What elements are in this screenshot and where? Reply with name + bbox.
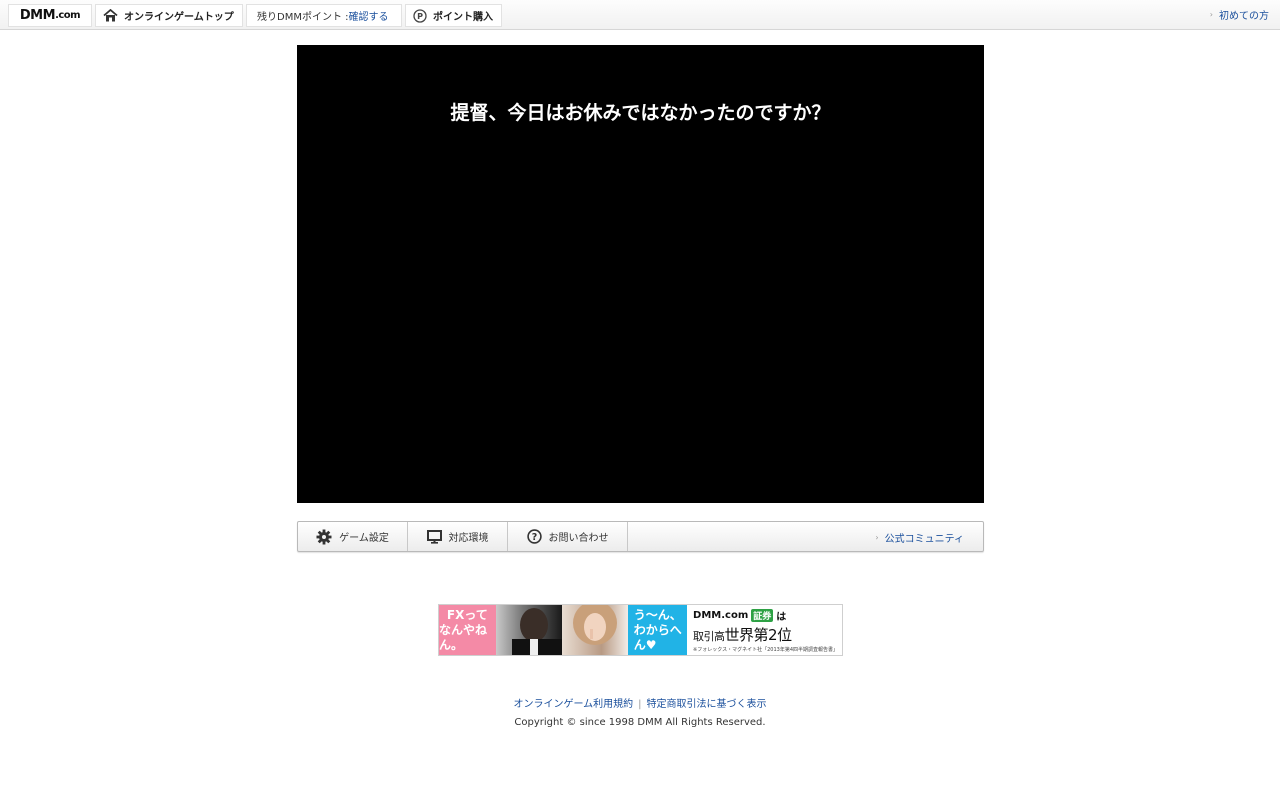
banner-brand-badge: 証券 xyxy=(751,609,774,622)
points-remaining: 残りDMMポイント : 確認する xyxy=(246,4,402,27)
top-bar: DMM .com オンラインゲームトップ 残りDMMポイント : 確認する P ポ… xyxy=(0,0,1280,30)
game-toolbar: ゲーム設定 対応環境 ? お問い合わせ › 公式コミュニティ xyxy=(297,521,984,552)
help-icon: ? xyxy=(526,529,542,544)
game-top-label: オンラインゲームトップ xyxy=(124,12,234,23)
banner-brand: DMM.com xyxy=(693,610,749,621)
logo-suffix: .com xyxy=(55,10,81,21)
gear-icon xyxy=(316,529,332,545)
logo-text: DMM xyxy=(19,8,56,23)
banner-woman-photo xyxy=(561,605,628,655)
banner-mid-line1: う〜ん、 xyxy=(633,607,682,622)
game-settings-button[interactable]: ゲーム設定 xyxy=(298,522,408,551)
environment-button[interactable]: 対応環境 xyxy=(408,522,508,551)
points-check-link[interactable]: 確認する xyxy=(349,8,389,23)
contact-label: お問い合わせ xyxy=(548,533,609,544)
caret-right-icon: › xyxy=(875,533,879,542)
monitor-icon xyxy=(426,529,442,544)
home-icon xyxy=(103,9,118,22)
game-settings-label: ゲーム設定 xyxy=(339,533,389,544)
banner-pink-panel: FXって なんやねん。 xyxy=(439,605,496,655)
buy-points-button[interactable]: P ポイント購入 xyxy=(405,4,502,27)
banner-note: ※フォレックス・マグネイト社「2013年第4四半期調査報告書」 xyxy=(693,647,838,653)
copyright: Copyright © since 1998 DMM All Rights Re… xyxy=(514,717,766,728)
ad-banner[interactable]: FXって なんやねん。 う〜ん、 わからへん♥ DMM.com 証券 は 取引高… xyxy=(438,604,843,656)
environment-label: 対応環境 xyxy=(448,533,489,544)
terms-link[interactable]: オンラインゲーム利用規約 xyxy=(513,699,633,710)
first-time-label: 初めての方 xyxy=(1219,11,1269,22)
banner-man-photo xyxy=(495,605,562,655)
contact-button[interactable]: ? お問い合わせ xyxy=(508,522,628,551)
banner-rank-line: 取引高世界第2位 xyxy=(693,624,838,645)
online-game-top-link[interactable]: オンラインゲームトップ xyxy=(95,4,243,27)
game-frame[interactable]: 提督、今日はお休みではなかったのですか？ xyxy=(297,45,984,503)
point-p-icon: P xyxy=(413,8,427,23)
points-label: 残りDMMポイント : xyxy=(257,12,349,23)
official-community-link[interactable]: › 公式コミュニティ xyxy=(875,530,964,545)
footer-links: オンラインゲーム利用規約 | 特定商取引法に基づく表示 xyxy=(0,695,1280,710)
banner-left-line2: なんやねん。 xyxy=(439,622,488,652)
buy-points-label: ポイント購入 xyxy=(433,12,493,23)
commerce-law-link[interactable]: 特定商取引法に基づく表示 xyxy=(647,699,767,710)
banner-left-line1: FXって xyxy=(446,607,488,622)
footer-separator: | xyxy=(638,699,642,710)
banner-text-panel: DMM.com 証券 は 取引高世界第2位 ※フォレックス・マグネイト社「201… xyxy=(687,605,842,655)
svg-text:P: P xyxy=(417,12,423,21)
banner-mid-line2: わからへん♥ xyxy=(633,622,682,652)
banner-cyan-panel: う〜ん、 わからへん♥ xyxy=(627,605,688,655)
community-label: 公式コミュニティ xyxy=(884,534,964,545)
first-time-link[interactable]: › 初めての方 xyxy=(1210,7,1269,22)
svg-text:?: ? xyxy=(531,532,537,543)
dmm-logo[interactable]: DMM .com xyxy=(8,4,92,27)
caret-right-icon: › xyxy=(1209,10,1213,19)
banner-brand-suffix: は xyxy=(776,612,787,623)
banner-rank-main: 世界第2位 xyxy=(724,626,793,644)
game-message: 提督、今日はお休みではなかったのですか？ xyxy=(450,102,831,124)
banner-rank-prefix: 取引高 xyxy=(693,630,725,643)
banner-brand-line: DMM.com 証券 は xyxy=(693,608,838,623)
